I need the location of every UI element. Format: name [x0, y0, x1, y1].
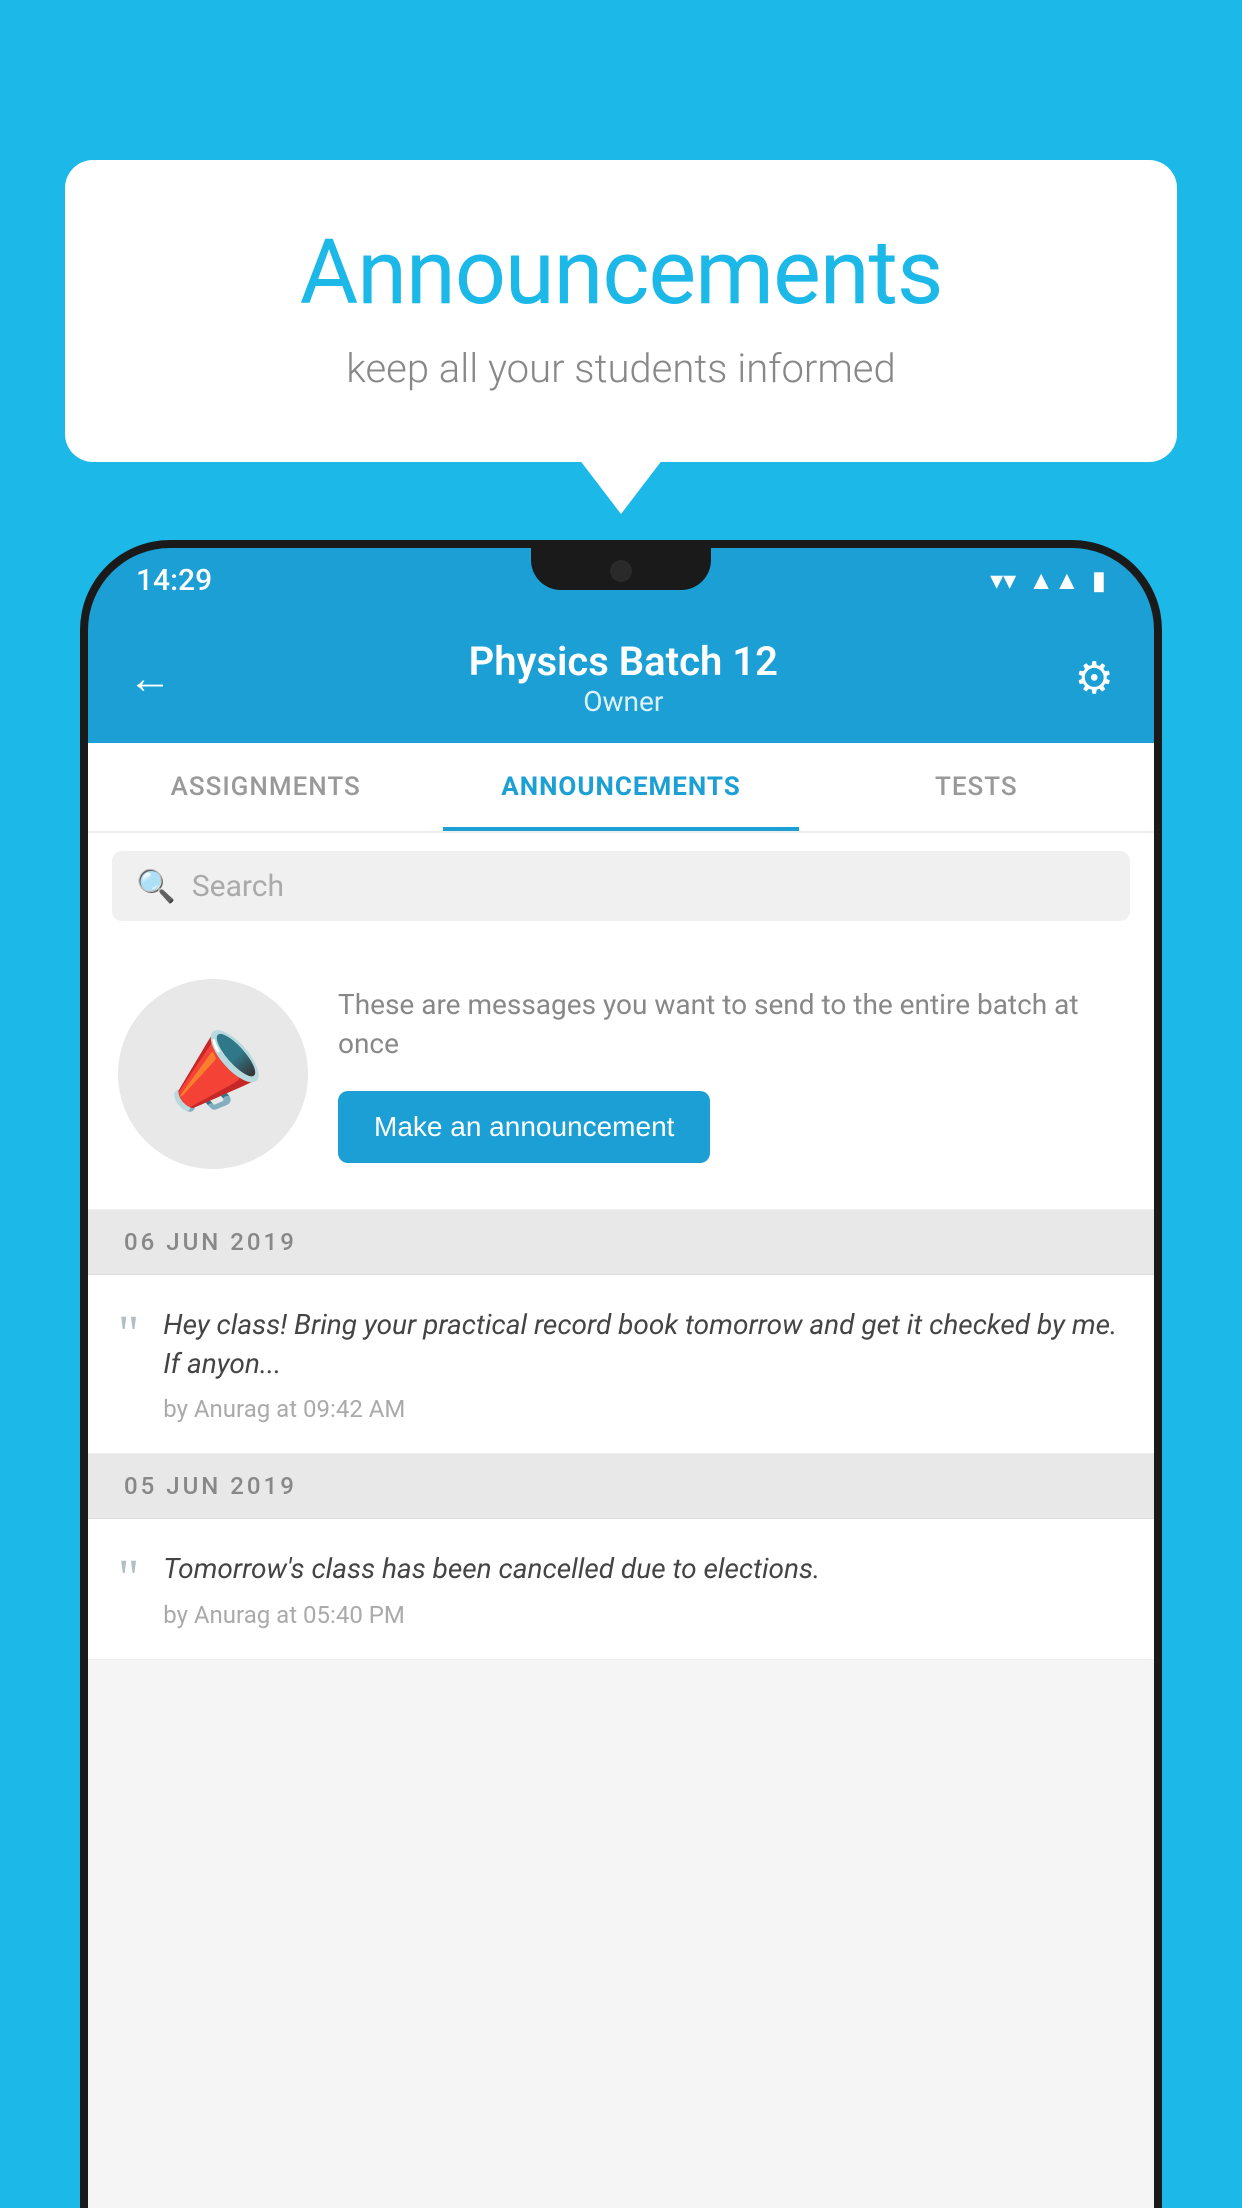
bubble-subtitle: keep all your students informed [145, 345, 1097, 392]
date-separator-2: 05 JUN 2019 [88, 1454, 1154, 1519]
bubble-title: Announcements [145, 220, 1097, 325]
make-announcement-button[interactable]: Make an announcement [338, 1091, 710, 1163]
tab-tests[interactable]: TESTS [799, 743, 1154, 831]
camera-dot [610, 560, 632, 582]
megaphone-circle: 📣 [118, 979, 308, 1169]
back-button[interactable]: ← [128, 652, 172, 704]
status-icons: ▾▾ ▲▲ ▮ [990, 565, 1106, 596]
phone-frame: 14:29 ▾▾ ▲▲ ▮ ← Physics Batch 12 Owner ⚙… [80, 540, 1162, 2208]
announcement-text-2: Tomorrow's class has been cancelled due … [163, 1549, 1124, 1588]
speech-bubble: Announcements keep all your students inf… [65, 160, 1177, 462]
announcement-item-2[interactable]: " Tomorrow's class has been cancelled du… [88, 1519, 1154, 1659]
screen-content: 🔍 Search 📣 These are messages you want t… [88, 833, 1154, 2208]
announcement-meta-1: by Anurag at 09:42 AM [163, 1395, 1124, 1423]
announcement-content-2: Tomorrow's class has been cancelled due … [163, 1549, 1124, 1628]
tab-assignments[interactable]: ASSIGNMENTS [88, 743, 443, 831]
battery-icon: ▮ [1092, 566, 1106, 596]
phone-notch [531, 548, 711, 590]
announcement-content-1: Hey class! Bring your practical record b… [163, 1305, 1124, 1423]
wifi-icon: ▾▾ [990, 566, 1016, 596]
announcement-intro: 📣 These are messages you want to send to… [88, 939, 1154, 1210]
tab-bar: ASSIGNMENTS ANNOUNCEMENTS TESTS [88, 743, 1154, 833]
date-separator-1: 06 JUN 2019 [88, 1210, 1154, 1275]
search-bar[interactable]: 🔍 Search [112, 851, 1130, 921]
settings-icon[interactable]: ⚙ [1075, 652, 1114, 704]
header-title: Physics Batch 12 [172, 638, 1075, 685]
tab-announcements[interactable]: ANNOUNCEMENTS [443, 743, 798, 831]
quote-icon-2: " [118, 1553, 139, 1605]
speech-bubble-section: Announcements keep all your students inf… [65, 160, 1177, 462]
header-title-container: Physics Batch 12 Owner [172, 638, 1075, 718]
announcement-text-1: Hey class! Bring your practical record b… [163, 1305, 1124, 1383]
announcement-meta-2: by Anurag at 05:40 PM [163, 1601, 1124, 1629]
megaphone-icon: 📣 [150, 1013, 276, 1135]
status-time: 14:29 [136, 563, 212, 598]
signal-icon: ▲▲ [1028, 565, 1079, 596]
search-input[interactable]: Search [192, 869, 284, 904]
announcement-description: These are messages you want to send to t… [338, 985, 1124, 1063]
phone-inner: 14:29 ▾▾ ▲▲ ▮ ← Physics Batch 12 Owner ⚙… [88, 548, 1154, 2208]
announcement-item-1[interactable]: " Hey class! Bring your practical record… [88, 1275, 1154, 1454]
search-container: 🔍 Search [88, 833, 1154, 939]
search-icon: 🔍 [136, 867, 176, 905]
announcement-right: These are messages you want to send to t… [338, 985, 1124, 1163]
quote-icon-1: " [118, 1309, 139, 1361]
header-subtitle: Owner [172, 685, 1075, 718]
app-header: ← Physics Batch 12 Owner ⚙ [88, 613, 1154, 743]
